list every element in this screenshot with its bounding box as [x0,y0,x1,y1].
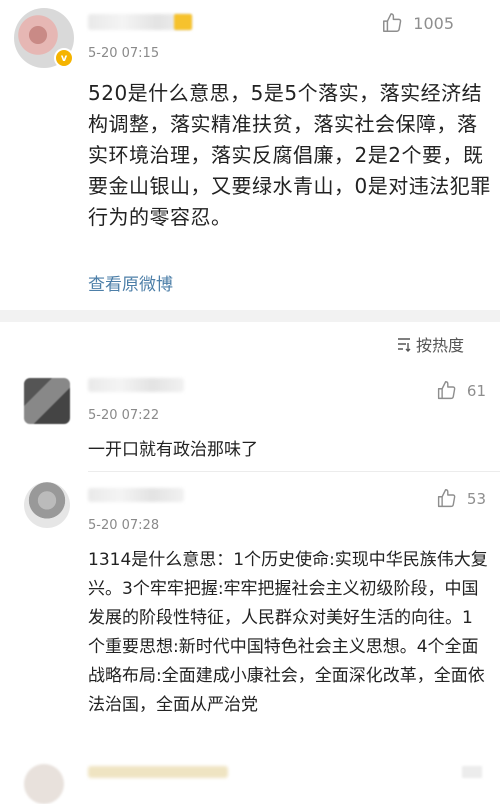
thumbs-up-icon [383,13,402,32]
member-badge-icon [174,14,192,30]
comment-sort-bar: 按热度 [0,322,500,365]
weibo-post: v 5-20 07:15 1005 520是什么意思，5是5个落实，落实经济结构… [0,0,500,310]
verified-badge-icon: v [54,48,74,68]
next-comment-partial [0,758,500,804]
comment-like-button[interactable]: 53 [436,488,486,509]
view-original-link[interactable]: 查看原微博 [88,270,173,295]
comment-item: 5-20 07:22 61 一开口就有政治那味了 [0,364,500,472]
post-like-count: 1005 [413,13,454,33]
commenter-name-redacted[interactable] [88,488,184,502]
commenter-avatar[interactable] [24,378,70,424]
comment-text: 一开口就有政治那味了 [88,440,258,460]
post-text: 520是什么意思，5是5个落实，落实经济结构调整，落实精准扶贫，落实社会保障，落… [88,81,491,229]
comment-text: 1314是什么意思：1个历史使命:实现中华民族伟大复兴。3个牢牢把握:牢牢把握社… [88,550,488,715]
section-divider [0,310,500,322]
thumbs-up-icon [437,489,456,508]
comment-like-count: 61 [466,381,486,400]
thumbs-up-icon [437,381,456,400]
sort-label: 按热度 [415,336,464,355]
commenter-name-redacted[interactable] [88,378,184,392]
comment-like-count: 53 [466,489,486,508]
commenter-avatar[interactable] [24,482,70,528]
commenter-name-redacted[interactable] [88,766,228,778]
comment-item: 5-20 07:28 53 1314是什么意思：1个历史使命:实现中华民族伟大复… [0,472,500,758]
sort-by-hot-button[interactable]: 按热度 [396,332,464,356]
commenter-avatar[interactable] [24,764,64,804]
sort-icon [397,338,411,352]
comment-like-button[interactable] [462,766,482,778]
comment-time: 5-20 07:22 [88,408,160,423]
comment-like-button[interactable]: 61 [436,380,486,401]
comment-time: 5-20 07:28 [88,518,160,533]
post-like-button[interactable]: 1005 [381,12,454,34]
post-time: 5-20 07:15 [88,46,160,61]
